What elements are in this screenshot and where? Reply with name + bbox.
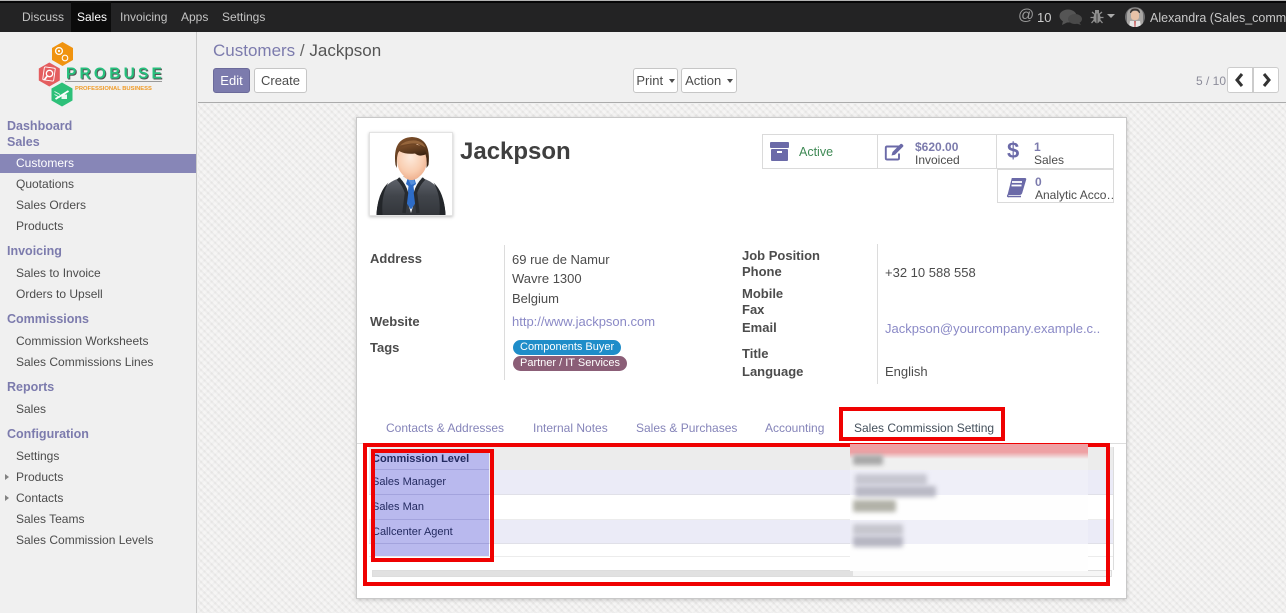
svg-text:PROBUSE: PROBUSE bbox=[66, 66, 165, 83]
svg-text:PROFESSIONAL BUSINESS: PROFESSIONAL BUSINESS bbox=[75, 86, 152, 92]
